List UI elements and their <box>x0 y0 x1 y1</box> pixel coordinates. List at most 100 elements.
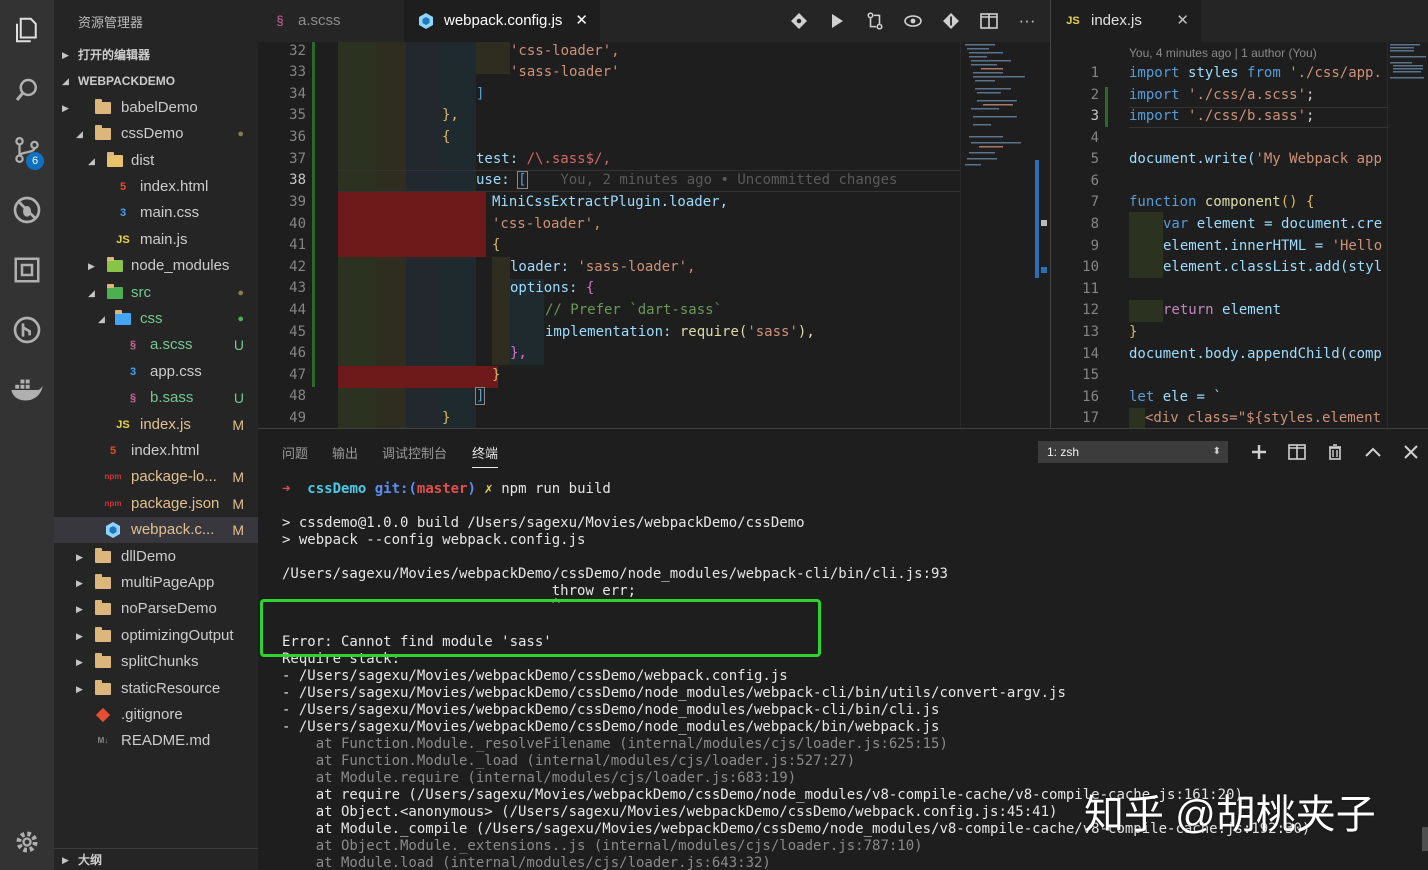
line-number: 36 <box>289 129 306 145</box>
terminal-scrollbar[interactable] <box>1422 827 1428 851</box>
terminal-line: /Users/sagexu/Movies/webpackDemo/cssDemo… <box>282 566 948 582</box>
open-changes-icon[interactable] <box>856 0 894 42</box>
split-editor-icon[interactable] <box>970 0 1008 42</box>
trash-icon[interactable] <box>1320 439 1350 465</box>
open-editors-section[interactable]: ▶ 打开的编辑器 <box>54 44 258 66</box>
tree-item-index-html[interactable]: 5 index.html <box>54 438 258 464</box>
code-editor-webpack-config[interactable]: 32 33 34 35 36 37 38 39 40 41 42 43 44 4… <box>258 42 1050 428</box>
minimap[interactable] <box>1387 42 1428 428</box>
settings-gear-icon[interactable] <box>7 822 47 862</box>
terminal-line: > webpack --config webpack.config.js <box>282 532 586 548</box>
git-graph-icon[interactable] <box>7 310 47 350</box>
tree-item-label: index.js <box>140 416 191 433</box>
code-editor-index-js[interactable]: You, 4 minutes ago | 1 author (You) 1 2 … <box>1051 42 1428 428</box>
run-icon[interactable] <box>818 0 856 42</box>
panel-tab-output[interactable]: 输出 <box>332 443 358 462</box>
open-editors-label: 打开的编辑器 <box>78 48 151 62</box>
tree-item-dist-index-html[interactable]: 5 index.html <box>54 174 258 200</box>
git-lens-icon[interactable] <box>932 0 970 42</box>
panel-tab-problems[interactable]: 问题 <box>282 443 308 462</box>
split-terminal-icon[interactable] <box>1282 439 1312 465</box>
code-token: ; <box>1306 87 1315 103</box>
js-icon: JS <box>116 234 130 246</box>
tree-item-a-scss[interactable]: § a.scss U <box>54 332 258 358</box>
tree-item-label: babelDemo <box>121 99 198 116</box>
tree-item-label: README.md <box>121 732 211 749</box>
code-line: test: /\.sass$/, <box>476 151 611 167</box>
git-added-bar <box>1105 87 1108 127</box>
search-icon[interactable] <box>7 70 47 110</box>
tree-item-main-js[interactable]: JS main.js <box>54 227 258 253</box>
close-icon[interactable]: ✕ <box>1176 0 1189 42</box>
tree-item-cssDemo[interactable]: ◢ cssDemo ● <box>54 121 258 147</box>
code-token: ), <box>797 324 815 340</box>
debug-icon[interactable] <box>7 190 47 230</box>
tree-item-index-js[interactable]: JS index.js M <box>54 412 258 438</box>
css3-icon: 3 <box>129 366 137 378</box>
tree-item-readme[interactable]: M↓ README.md <box>54 728 258 754</box>
tree-item-label: src <box>131 284 151 301</box>
tree-item-package-json[interactable]: npm package.json M <box>54 491 258 517</box>
tree-item-optimizingOutput[interactable]: ▶ optimizingOutput <box>54 623 258 649</box>
outline-section[interactable]: ▶ 大纲 <box>54 848 258 870</box>
close-panel-icon[interactable] <box>1396 439 1426 465</box>
folder-open-icon <box>94 125 112 142</box>
scm-badge: 6 <box>26 152 44 170</box>
tree-item-label: splitChunks <box>121 653 199 670</box>
tree-item-src[interactable]: ◢ src ● <box>54 280 258 306</box>
tree-item-label: a.scss <box>150 336 193 353</box>
watermark: 知乎 @胡桃夹子 <box>1084 793 1376 837</box>
explorer-icon[interactable] <box>7 10 47 50</box>
tree-item-main-css[interactable]: 3 main.css <box>54 200 258 226</box>
tree-item-gitignore[interactable]: .gitignore <box>54 702 258 728</box>
scroll-marker <box>1041 220 1047 226</box>
git-compare-icon[interactable] <box>780 0 818 42</box>
tree-item-label: multiPageApp <box>121 574 215 591</box>
more-actions-icon[interactable]: ··· <box>1008 0 1046 42</box>
markdown-icon: M↓ <box>97 736 109 745</box>
chevron-right-icon: ▶ <box>76 552 83 562</box>
tab-index-js[interactable]: JS index.js ✕ <box>1051 0 1201 42</box>
tree-item-node-modules[interactable]: ▶ node_modules <box>54 253 258 279</box>
code-line: use: [ You, 2 minutes ago • Uncommitted … <box>476 171 897 189</box>
codelens-blame[interactable]: You, 4 minutes ago | 1 author (You) <box>1129 46 1317 60</box>
new-terminal-plus-icon[interactable] <box>1244 439 1274 465</box>
close-icon[interactable]: ✕ <box>575 0 588 42</box>
tree-item-dist[interactable]: ◢ dist <box>54 148 258 174</box>
sass-icon: § <box>129 339 137 351</box>
code-token: implementation: <box>545 324 672 340</box>
tree-item-noParseDemo[interactable]: ▶ noParseDemo <box>54 596 258 622</box>
activity-bar: 6 <box>0 0 54 870</box>
tree-item-staticResource[interactable]: ▶ staticResource <box>54 676 258 702</box>
line-number: 47 <box>289 367 306 383</box>
tree-item-css[interactable]: ◢ css ● <box>54 306 258 332</box>
tree-item-dllDemo[interactable]: ▶ dllDemo <box>54 544 258 570</box>
tree-item-b-sass[interactable]: § b.sass U <box>54 385 258 411</box>
chevron-down-icon: ◢ <box>98 314 105 324</box>
extensions-icon[interactable] <box>7 250 47 290</box>
tab-a-scss[interactable]: § a.scss <box>258 0 404 42</box>
tree-item-label: css <box>140 310 163 327</box>
minimap[interactable] <box>960 42 1050 428</box>
panel-tab-debug-console[interactable]: 调试控制台 <box>382 443 447 462</box>
terminal-line: - /Users/sagexu/Movies/webpackDemo/cssDe… <box>282 668 788 684</box>
terminal-select[interactable]: 1: zsh ⬍ <box>1038 441 1228 463</box>
tree-item-multiPageApp[interactable]: ▶ multiPageApp <box>54 570 258 596</box>
tree-item-package-lock[interactable]: npm package-lo... M <box>54 464 258 490</box>
docker-icon[interactable] <box>7 370 47 410</box>
maximize-panel-chevron-up-icon[interactable] <box>1358 439 1388 465</box>
line-number: 1 <box>1090 65 1099 81</box>
toggle-blame-icon[interactable] <box>894 0 932 42</box>
tree-item-label: noParseDemo <box>121 600 217 617</box>
chevron-down-icon: ◢ <box>88 288 95 298</box>
modified-dot: ● <box>237 128 244 140</box>
tree-item-babelDemo[interactable]: ▶ babelDemo <box>54 95 258 121</box>
indent-guide <box>1129 212 1163 278</box>
tab-webpack-config[interactable]: webpack.config.js ✕ <box>404 0 600 42</box>
tree-item-splitChunks[interactable]: ▶ splitChunks <box>54 649 258 675</box>
terminal-stack-line: at Function.Module._load (internal/modul… <box>282 753 856 769</box>
tree-item-webpack-config[interactable]: webpack.c... M <box>54 517 258 543</box>
workspace-section[interactable]: ◢ WEBPACKDEMO <box>54 70 258 92</box>
tree-item-app-css[interactable]: 3 app.css <box>54 359 258 385</box>
panel-tab-terminal[interactable]: 终端 <box>472 443 499 468</box>
